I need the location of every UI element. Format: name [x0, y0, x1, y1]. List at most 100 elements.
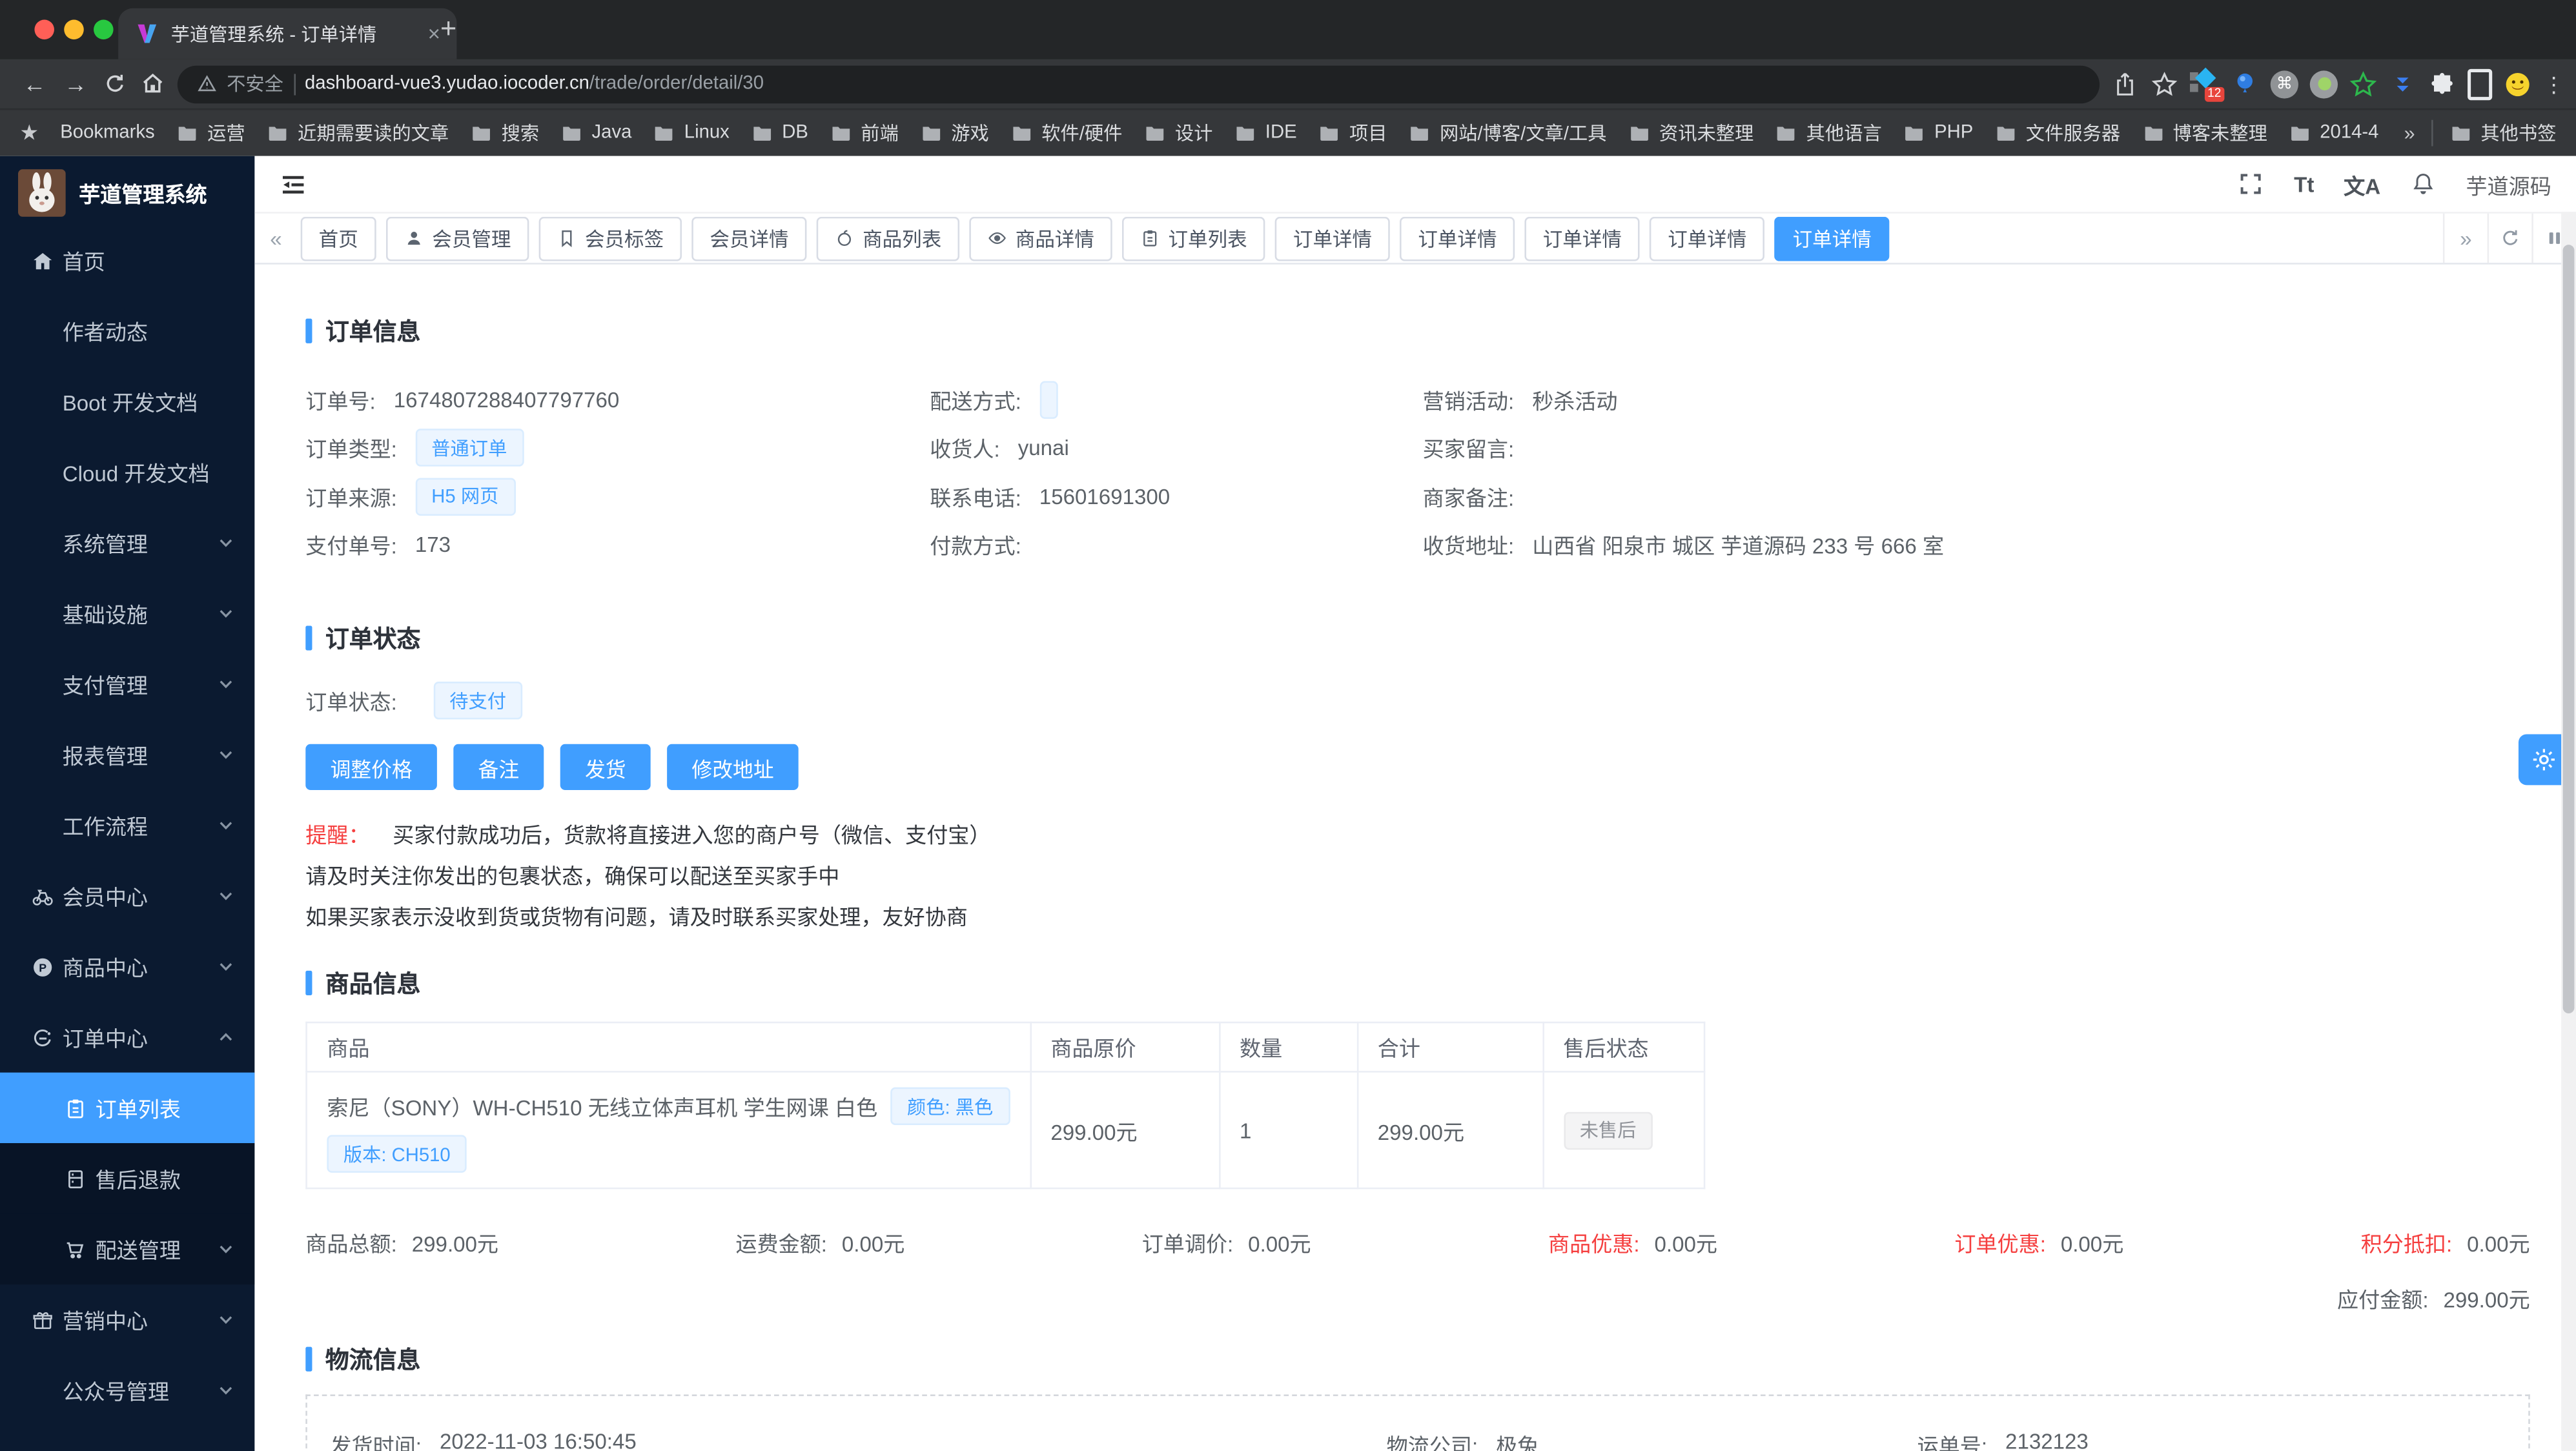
tab-close-icon[interactable]: ×: [428, 21, 440, 46]
username[interactable]: 芋道源码: [2466, 168, 2551, 199]
action-button-1[interactable]: 备注: [453, 744, 544, 790]
bookmarks-overflow-icon[interactable]: »: [2404, 121, 2415, 145]
settings-fab[interactable]: [2518, 734, 2568, 786]
extension-green-star-icon[interactable]: [2349, 70, 2377, 97]
url-bar[interactable]: 不安全 dashboard-vue3.yudao.iocoder.cn/trad…: [177, 65, 2100, 103]
table-header: 商品原价: [1029, 1021, 1220, 1073]
new-tab-button[interactable]: +: [440, 13, 456, 46]
browser-menu-icon[interactable]: ⋮: [2543, 73, 2564, 94]
bookmark-item[interactable]: 运营: [176, 120, 245, 147]
notification-bell-icon[interactable]: [2410, 171, 2437, 198]
bookmark-item[interactable]: Linux: [653, 120, 730, 147]
window-zoom-button[interactable]: [94, 19, 114, 40]
back-icon[interactable]: ←: [20, 70, 50, 97]
home-icon[interactable]: [139, 70, 166, 97]
bookmark-item[interactable]: 搜索: [470, 120, 539, 147]
action-button-0[interactable]: 调整价格: [305, 744, 437, 790]
tabs-refresh-icon[interactable]: [2487, 213, 2532, 263]
tab-首页-0[interactable]: 首页: [300, 216, 376, 261]
bookmark-item[interactable]: IDE: [1234, 120, 1297, 147]
extensions-puzzle-icon[interactable]: [2428, 70, 2456, 97]
tab-订单详情-11[interactable]: 订单详情: [1774, 216, 1890, 261]
browser-tab[interactable]: 芋道管理系统 - 订单详情 ×: [118, 8, 457, 59]
table-header: 数量: [1218, 1021, 1358, 1073]
extension-balloon-icon[interactable]: [2231, 70, 2259, 97]
bookmark-item[interactable]: 2014-4: [2289, 120, 2378, 147]
tab-订单详情-10[interactable]: 订单详情: [1650, 216, 1765, 261]
bookmark-item[interactable]: PHP: [1903, 120, 1973, 147]
bookmark-item[interactable]: 文件服务器: [1994, 120, 2120, 147]
product-version-tag: 版本: CH510: [327, 1135, 467, 1173]
sidebar-item-16[interactable]: 公众号管理: [0, 1355, 254, 1425]
share-icon[interactable]: [2111, 70, 2139, 97]
bookmark-label: 项目: [1349, 125, 1387, 145]
extension-command-icon[interactable]: ⌘: [2270, 70, 2298, 98]
sidebar-item-5[interactable]: 基础设施: [0, 578, 254, 649]
reader-icon[interactable]: [2468, 68, 2493, 99]
sidebar-item-2[interactable]: Boot 开发文档: [0, 366, 254, 436]
bookmark-item[interactable]: 其他语言: [1775, 120, 1882, 147]
action-button-2[interactable]: 发货: [560, 744, 651, 790]
bookmark-item[interactable]: 项目: [1318, 120, 1387, 147]
bookmark-item[interactable]: 资讯未整理: [1628, 120, 1753, 147]
tab-会员详情-3[interactable]: 会员详情: [691, 216, 807, 261]
bookmark-item[interactable]: 博客未整理: [2142, 120, 2267, 147]
bookmark-item[interactable]: 游戏: [920, 120, 989, 147]
tab-商品详情-5[interactable]: 商品详情: [969, 216, 1112, 261]
forward-icon[interactable]: →: [61, 70, 90, 97]
sidebar-item-0[interactable]: 首页: [0, 225, 254, 296]
sidebar-item-13[interactable]: 售后退款: [0, 1143, 255, 1214]
window-close-button[interactable]: [34, 19, 54, 40]
tab-商品列表-4[interactable]: 商品列表: [816, 216, 960, 261]
action-button-3[interactable]: 修改地址: [667, 744, 799, 790]
tab-订单详情-7[interactable]: 订单详情: [1274, 216, 1391, 261]
sidebar-item-14[interactable]: 配送管理: [0, 1213, 255, 1284]
sidebar-item-15[interactable]: 营销中心: [0, 1284, 254, 1355]
chevron-up-icon: [217, 1028, 235, 1046]
total-item: 订单优惠: 0.00元: [1954, 1227, 2123, 1258]
sidebar-item-12[interactable]: 订单列表: [0, 1072, 255, 1144]
browser-chrome: 芋道管理系统 - 订单详情 × + ← → 不安全 dashboard-vue3…: [0, 0, 2576, 156]
bookmark-item[interactable]: 设计: [1144, 120, 1212, 147]
sidebar-item-4[interactable]: 系统管理: [0, 507, 254, 578]
tab-订单列表-6[interactable]: 订单列表: [1122, 216, 1265, 261]
sidebar-item-1[interactable]: 作者动态: [0, 296, 254, 366]
scrollbar-track[interactable]: [2561, 212, 2576, 1451]
chevron-down-icon: [217, 746, 235, 764]
app-header: Tt 文A 芋道源码: [254, 156, 2576, 214]
bookmark-star-icon[interactable]: [2151, 70, 2178, 97]
extension-diamond-icon[interactable]: 12: [2190, 67, 2225, 102]
tab-订单详情-8[interactable]: 订单详情: [1400, 216, 1515, 261]
sidebar-item-8[interactable]: 工作流程: [0, 790, 254, 860]
sidebar-item-11[interactable]: 订单中心: [0, 1002, 254, 1072]
bookmark-item[interactable]: 近期需要读的文章: [267, 120, 449, 147]
tabs-scroll-right-icon[interactable]: »: [2442, 213, 2488, 263]
extension-dot-icon[interactable]: [2309, 70, 2338, 98]
reload-icon[interactable]: [102, 70, 128, 97]
tab-订单详情-9[interactable]: 订单详情: [1524, 216, 1640, 261]
bookmark-item[interactable]: 前端: [830, 120, 899, 147]
profile-avatar[interactable]: [2504, 70, 2531, 97]
bookmark-item[interactable]: 网站/博客/文章/工具: [1409, 120, 1606, 147]
bookmark-item[interactable]: 软件/硬件: [1010, 120, 1122, 147]
bookmark-item[interactable]: DB: [751, 120, 808, 147]
sidebar-item-10[interactable]: P 商品中心: [0, 931, 254, 1002]
window-minimize-button[interactable]: [64, 19, 84, 40]
tab-会员管理-1[interactable]: 会员管理: [386, 216, 529, 261]
extension-chevrons-icon[interactable]: [2389, 70, 2417, 97]
bookmark-item[interactable]: Java: [560, 120, 631, 147]
collapse-menu-icon[interactable]: [280, 170, 307, 198]
scrollbar-thumb[interactable]: [2562, 245, 2575, 1014]
sidebar-item-3[interactable]: Cloud 开发文档: [0, 437, 254, 507]
other-bookmarks[interactable]: 其他书签: [2449, 120, 2556, 147]
tabs-scroll-left-icon[interactable]: «: [254, 214, 297, 263]
sidebar-item-6[interactable]: 支付管理: [0, 649, 254, 719]
font-size-icon[interactable]: Tt: [2294, 172, 2314, 196]
locale-icon[interactable]: 文A: [2344, 168, 2380, 199]
goods-icon: [835, 228, 855, 249]
sidebar-item-9[interactable]: 会员中心: [0, 860, 254, 931]
fullscreen-icon[interactable]: [2238, 171, 2265, 198]
tab-label: 首页: [318, 227, 358, 251]
sidebar-item-7[interactable]: 报表管理: [0, 720, 254, 790]
tab-会员标签-2[interactable]: 会员标签: [538, 216, 682, 261]
